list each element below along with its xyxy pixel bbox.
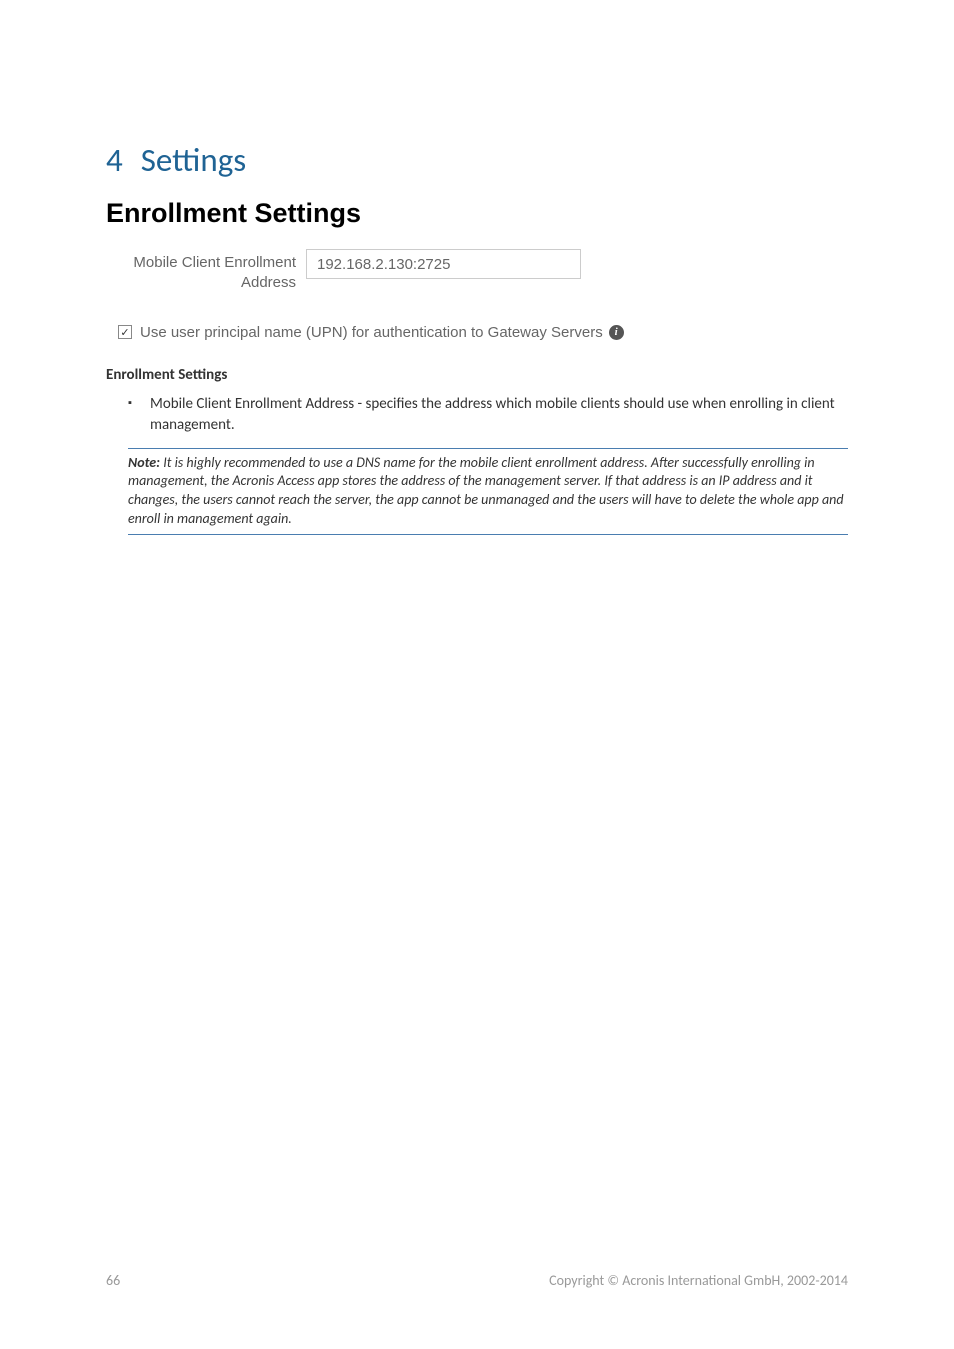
content-subheading: Enrollment Settings: [106, 366, 848, 384]
footer: 66 Copyright © Acronis International Gmb…: [106, 1272, 848, 1289]
enrollment-address-row: Mobile Client Enrollment Address: [116, 249, 848, 294]
upn-checkbox-row[interactable]: ✓ Use user principal name (UPN) for auth…: [118, 324, 848, 341]
note-text: Note: It is highly recommended to use a …: [128, 454, 848, 530]
enrollment-address-input[interactable]: [306, 249, 581, 279]
upn-checkbox-label: Use user principal name (UPN) for authen…: [140, 324, 603, 341]
section-title: Settings: [141, 140, 246, 180]
note-box: Note: It is highly recommended to use a …: [128, 448, 848, 536]
note-label: Note:: [128, 454, 160, 471]
form-title: Enrollment Settings: [106, 198, 848, 229]
copyright-text: Copyright © Acronis International GmbH, …: [549, 1272, 848, 1289]
note-body: It is highly recommended to use a DNS na…: [128, 454, 844, 528]
info-icon[interactable]: i: [609, 325, 624, 340]
section-number: 4: [106, 140, 123, 180]
checkmark-icon: ✓: [120, 327, 129, 338]
upn-checkbox[interactable]: ✓: [118, 325, 132, 339]
bullet-list: Mobile Client Enrollment Address - speci…: [106, 394, 848, 436]
bullet-item: Mobile Client Enrollment Address - speci…: [106, 394, 848, 436]
section-heading: 4 Settings: [106, 140, 848, 180]
page-number: 66: [106, 1272, 120, 1289]
enrollment-address-label: Mobile Client Enrollment Address: [116, 249, 296, 294]
